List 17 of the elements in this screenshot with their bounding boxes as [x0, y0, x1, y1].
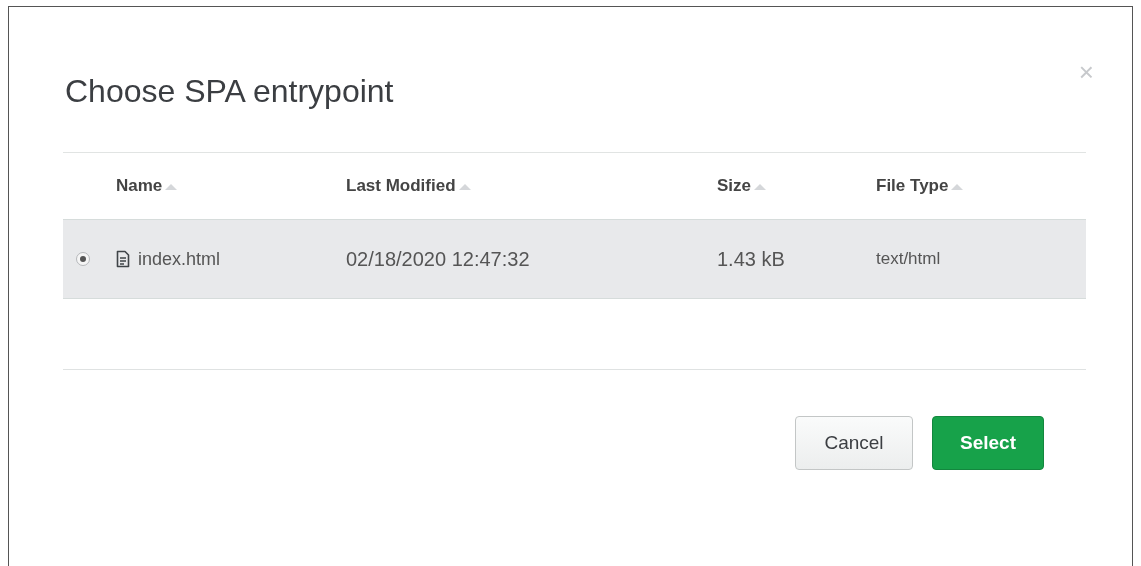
dialog-title: Choose SPA entrypoint: [65, 73, 394, 110]
sort-arrow-icon: [165, 182, 178, 190]
table-cell-text: 02/18/2020 12:47:32: [346, 247, 531, 271]
table-row[interactable]: index.html 02/18/2020 12:47:32 1.43 kB text/html: [63, 220, 1086, 299]
sort-arrow-icon: [754, 182, 767, 190]
column-header[interactable]: Name: [116, 176, 163, 196]
sort-arrow-icon: [951, 182, 964, 190]
table-cell-text: 1.43 kB: [717, 247, 786, 271]
column-header[interactable]: Size: [717, 176, 752, 196]
file-name: index.html: [138, 248, 221, 270]
sort-arrow-icon: [458, 182, 471, 190]
column-header[interactable]: File Type: [876, 176, 949, 196]
cancel-button[interactable]: Cancel: [795, 416, 913, 470]
column-header[interactable]: Last Modified: [346, 176, 456, 196]
radio-button[interactable]: [76, 252, 90, 266]
document-icon: [116, 250, 130, 268]
table-cell: text/html: [876, 249, 941, 269]
